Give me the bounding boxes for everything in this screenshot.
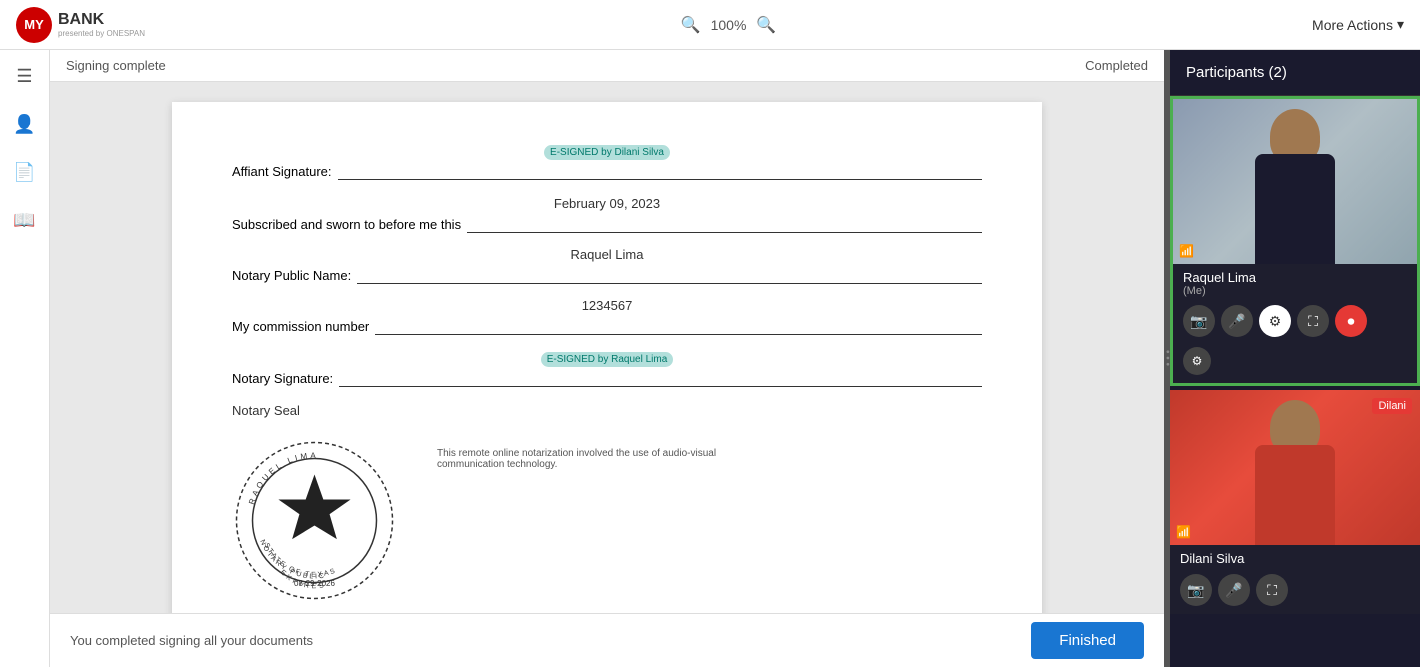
raquel-video-feed: 📶 [1173,99,1417,264]
app-header: MY BANK presented by ONESPAN 🔍 100% 🔍 Mo… [0,0,1420,50]
doc-bottom-bar: You completed signing all your documents… [50,613,1164,667]
esigned-raquel-block: E-SIGNED by Raquel Lima [232,349,982,369]
doc-toolbar: Signing complete Completed [50,50,1164,82]
notary-signature-field [339,371,982,387]
raquel-settings-button[interactable]: ⚙ [1259,305,1291,337]
raquel-record-button[interactable]: ⏺ [1335,305,1367,337]
logo-area: MY BANK presented by ONESPAN [16,7,145,43]
date-line: February 09, 2023 [232,196,982,211]
header-center: 🔍 100% 🔍 [145,15,1312,35]
dilani-label: Dilani [1372,398,1412,414]
logo-subtitle: presented by ONESPAN [58,29,145,38]
dilani-fullscreen-button[interactable]: ⛶ [1256,574,1288,606]
raquel-name: Raquel Lima [1183,270,1407,285]
subscribed-text: Subscribed and sworn to before me this [232,217,461,232]
bank-name: BANK [58,11,145,29]
esigned-dilani-block: E-SIGNED by Dilani Silva [232,142,982,162]
zoom-out-button[interactable]: 🔍 [681,15,701,35]
zoom-level: 100% [711,17,747,33]
dilani-controls: 📷 🎤 ⛶ [1170,570,1420,614]
notary-seal-svg: RAQUEL LIMA NOTARY PUBLIC STATE OF TEXAS [232,438,397,603]
notary-public-field [357,268,982,284]
user-icon[interactable]: 👤 [11,110,39,138]
raquel-video-card: 📶 Raquel Lima (Me) 📷 🎤 ⚙ ⛶ ⏺ ⚙ [1170,96,1420,386]
esigned-raquel-tag: E-SIGNED by Raquel Lima [541,352,674,367]
signing-complete-label: Signing complete [66,58,166,73]
doc-scroll[interactable]: E-SIGNED by Dilani Silva Affiant Signatu… [50,82,1164,613]
notary-signature-line: Notary Signature: [232,371,982,387]
main-layout: ☰ 👤 📄 📖 Signing complete Completed E-SIG… [0,50,1420,667]
raquel-info: Raquel Lima (Me) [1173,264,1417,301]
more-actions-button[interactable]: More Actions ▾ [1312,16,1404,33]
header-right: More Actions ▾ [1312,16,1404,33]
esigned-dilani-tag: E-SIGNED by Dilani Silva [544,145,670,160]
zoom-in-button[interactable]: 🔍 [756,15,776,35]
notary-signature-label: Notary Signature: [232,371,333,386]
raquel-signal-icon: 📶 [1179,244,1194,258]
notary-public-label: Notary Public Name: [232,268,351,283]
dilani-video-card: 📶 Dilani Dilani Silva 📷 🎤 ⛶ [1170,390,1420,614]
commission-number-display: 1234567 [232,298,982,313]
svg-text:STATE OF TEXAS: STATE OF TEXAS [263,542,338,578]
raquel-me-label: (Me) [1183,285,1407,297]
ron-notice: This remote online notarization involved… [437,438,717,470]
dilani-camera-button[interactable]: 📷 [1180,574,1212,606]
document-icon[interactable]: 📄 [11,158,39,186]
completion-text: You completed signing all your documents [70,633,313,648]
dilani-info: Dilani Silva [1170,545,1420,570]
document-area: Signing complete Completed E-SIGNED by D… [50,50,1164,667]
menu-icon[interactable]: ☰ [11,62,39,90]
raquel-extra-button[interactable]: ⚙ [1183,347,1211,375]
subscribed-field [467,217,982,233]
completed-badge: Completed [1085,58,1148,73]
svg-text:08-29-2026: 08-29-2026 [294,579,335,588]
raquel-fullscreen-button[interactable]: ⛶ [1297,305,1329,337]
left-sidebar: ☰ 👤 📄 📖 [0,50,50,667]
commission-line: My commission number [232,319,982,335]
right-panel: Participants (2) 📶 Raquel Lima (Me) [1170,50,1420,667]
doc-page: E-SIGNED by Dilani Silva Affiant Signatu… [172,102,1042,613]
dilani-signal-icon: 📶 [1176,525,1191,539]
raquel-mic-button[interactable]: 🎤 [1221,305,1253,337]
participants-header: Participants (2) [1170,50,1420,96]
notary-seal-area: RAQUEL LIMA NOTARY PUBLIC STATE OF TEXAS [232,438,982,603]
raquel-controls: 📷 🎤 ⚙ ⛶ ⏺ [1173,301,1417,345]
commission-label: My commission number [232,319,369,334]
commission-field [375,319,982,335]
dilani-mic-button[interactable]: 🎤 [1218,574,1250,606]
notary-public-name-line: Notary Public Name: [232,268,982,284]
logo-icon: MY [16,7,52,43]
subscribed-line: Subscribed and sworn to before me this [232,217,982,233]
notary-seal-label: Notary Seal [232,403,982,418]
dilani-video-feed: 📶 Dilani [1170,390,1420,545]
affiant-signature-label: Affiant Signature: [232,164,332,179]
affiant-signature-field [338,164,983,180]
chevron-down-icon: ▾ [1397,16,1404,33]
affiant-signature-line: Affiant Signature: [232,164,982,180]
finished-button[interactable]: Finished [1031,622,1144,659]
dilani-name: Dilani Silva [1180,551,1410,566]
book-icon[interactable]: 📖 [11,206,39,234]
raquel-camera-button[interactable]: 📷 [1183,305,1215,337]
notary-name-display: Raquel Lima [232,247,982,262]
raquel-controls-row2: ⚙ [1173,345,1417,383]
participants-scroll[interactable]: 📶 Raquel Lima (Me) 📷 🎤 ⚙ ⛶ ⏺ ⚙ [1170,96,1420,667]
